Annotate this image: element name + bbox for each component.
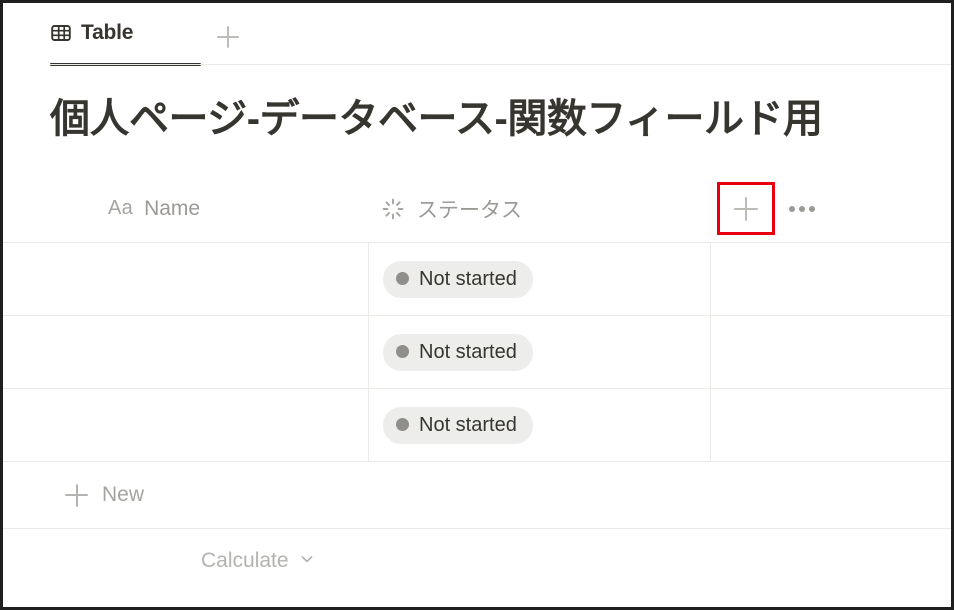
plus-icon: [734, 197, 758, 221]
cell-name[interactable]: [3, 243, 369, 315]
chevron-down-icon[interactable]: [299, 551, 315, 572]
status-badge-label: Not started: [419, 340, 517, 363]
cell-empty[interactable]: [711, 316, 951, 388]
page-title: 個人ページ-データベース-関数フィールド用: [50, 97, 823, 141]
cell-status[interactable]: Not started: [369, 243, 711, 315]
new-row-button[interactable]: New: [3, 461, 951, 529]
plus-icon: [217, 26, 239, 48]
table-row[interactable]: Not started: [3, 315, 951, 388]
status-dot-icon: [396, 418, 409, 431]
calculate-button[interactable]: Calculate: [201, 549, 289, 573]
plus-icon: [65, 484, 88, 507]
status-badge-label: Not started: [419, 413, 517, 436]
column-header-status[interactable]: ステータス: [369, 175, 711, 242]
tab-table[interactable]: Table: [50, 11, 139, 55]
cell-empty[interactable]: [711, 389, 951, 461]
cell-name[interactable]: [3, 389, 369, 461]
status-dot-icon: [396, 345, 409, 358]
table-header-row: Aa Name ステータス: [3, 175, 951, 242]
ellipsis-icon-dot: [809, 205, 815, 212]
column-header-name-label: Name: [144, 196, 201, 220]
table-footer: Calculate: [3, 529, 951, 593]
table-icon: [50, 22, 72, 44]
ellipsis-icon-dot: [789, 205, 795, 212]
table-row[interactable]: Not started: [3, 242, 951, 315]
table-header-actions: [711, 182, 951, 235]
text-aa-icon: Aa: [108, 197, 134, 219]
tab-table-label: Table: [81, 21, 134, 44]
status-badge-label: Not started: [419, 267, 517, 290]
new-row-label: New: [102, 483, 145, 506]
table-more-options-button[interactable]: [781, 189, 823, 229]
database-table: Aa Name ステータス Not started Not started No…: [3, 175, 951, 593]
status-spinner-icon: [381, 197, 405, 221]
column-header-status-label: ステータス: [417, 198, 522, 222]
cell-status[interactable]: Not started: [369, 316, 711, 388]
notion-database-view: Table 個人ページ-データベース-関数フィールド用 Aa Name ステータ…: [0, 0, 954, 610]
add-column-button[interactable]: [717, 182, 775, 235]
status-dot-icon: [396, 272, 409, 285]
cell-status[interactable]: Not started: [369, 389, 711, 461]
table-row[interactable]: Not started: [3, 388, 951, 461]
add-view-button[interactable]: [210, 23, 246, 51]
cell-empty[interactable]: [711, 243, 951, 315]
ellipsis-icon-dot: [799, 205, 805, 212]
status-badge[interactable]: Not started: [383, 333, 533, 371]
status-badge[interactable]: Not started: [383, 260, 533, 298]
view-tab-bar: Table: [3, 3, 951, 66]
column-header-name[interactable]: Aa Name: [3, 175, 369, 242]
cell-name[interactable]: [3, 316, 369, 388]
tab-bar-divider: [50, 64, 951, 65]
status-badge[interactable]: Not started: [383, 406, 533, 444]
